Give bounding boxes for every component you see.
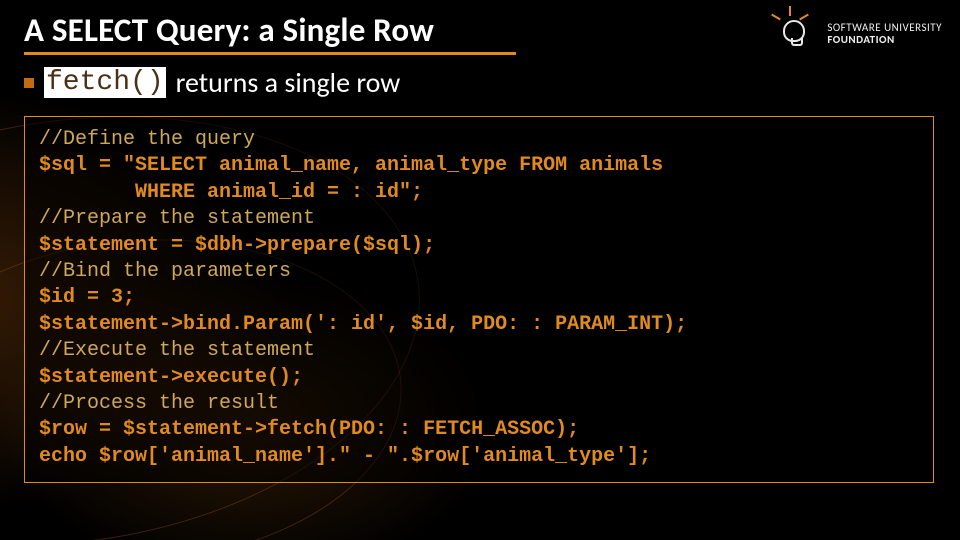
code-line: //Prepare the statement xyxy=(39,207,315,230)
code-line: //Bind the parameters xyxy=(39,260,291,283)
code-line: $statement->bind.Param(': id', $id, PDO:… xyxy=(39,313,687,336)
code-line: $statement = $dbh->prepare($sql); xyxy=(39,234,435,257)
code-line: //Define the query xyxy=(39,128,255,151)
code-line: //Process the result xyxy=(39,392,279,415)
code-line: WHERE animal_id = : id"; xyxy=(39,181,423,204)
bullet-icon xyxy=(24,78,34,88)
title-underline xyxy=(24,52,516,55)
code-line: $id = 3; xyxy=(39,286,135,309)
bullet-text: returns a single row xyxy=(176,65,401,100)
fetch-code: fetch() xyxy=(44,67,166,98)
code-line: $row = $statement->fetch(PDO: : FETCH_AS… xyxy=(39,418,579,441)
code-line: $statement->execute(); xyxy=(39,366,303,389)
bullet-row: fetch() returns a single row xyxy=(24,65,938,100)
logo: SOFTWARE UNIVERSITY FOUNDATION xyxy=(773,12,942,56)
code-block: //Define the query $sql = "SELECT animal… xyxy=(39,127,919,470)
code-line: echo $row['animal_name']." - ".$row['ani… xyxy=(39,445,651,468)
code-line: $sql = "SELECT animal_name, animal_type … xyxy=(39,154,663,177)
logo-text: SOFTWARE UNIVERSITY FOUNDATION xyxy=(827,22,942,45)
code-box: //Define the query $sql = "SELECT animal… xyxy=(24,116,934,483)
code-line: //Execute the statement xyxy=(39,339,315,362)
lightbulb-icon xyxy=(773,12,817,56)
logo-line2: FOUNDATION xyxy=(827,34,942,46)
